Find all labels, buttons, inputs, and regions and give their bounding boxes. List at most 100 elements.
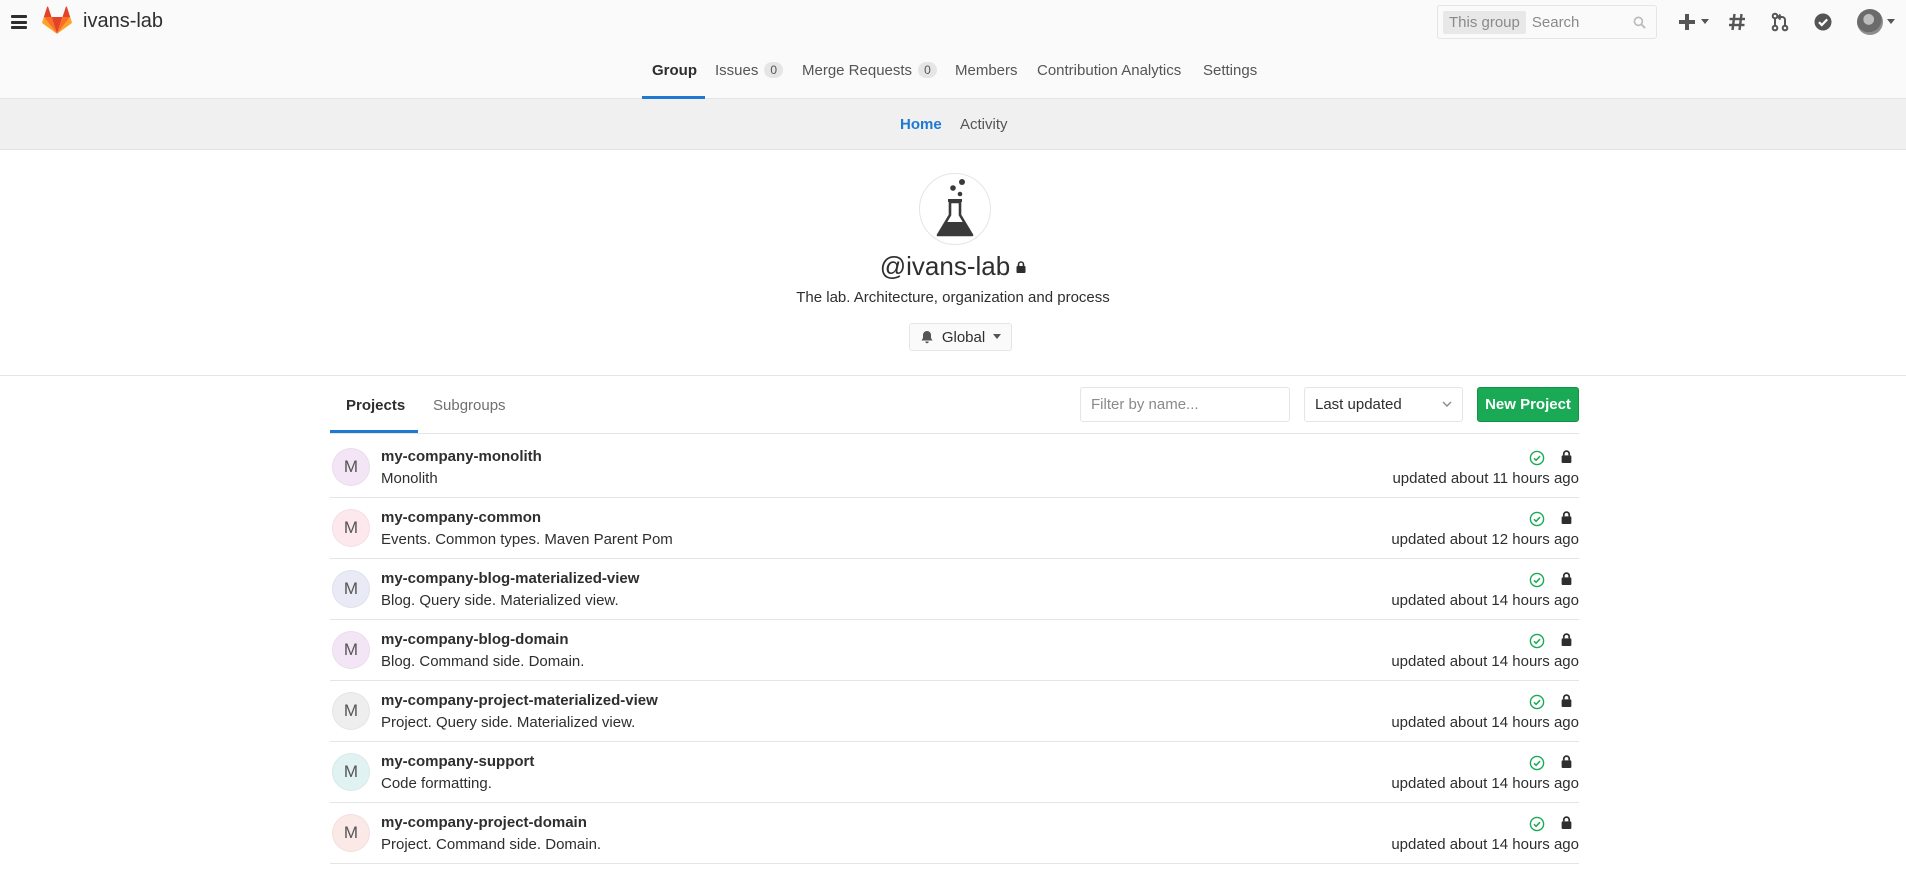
top-header: ivans-lab This group [0,0,1906,44]
project-description: Project. Command side. Domain. [381,836,602,853]
project-avatar: M [332,631,370,669]
pipeline-passed-icon[interactable] [1529,633,1545,649]
project-avatar: M [332,814,370,852]
filter-by-name-input[interactable] [1080,387,1290,422]
group-description: The lab. Architecture, organization and … [796,289,1110,306]
project-name[interactable]: my-company-project-domain [381,814,587,831]
pipeline-passed-icon[interactable] [1529,694,1545,710]
project-avatar-initial: M [343,640,359,659]
project-name[interactable]: my-company-support [381,753,534,770]
lock-icon [1561,816,1572,829]
project-name[interactable]: my-company-common [381,509,541,526]
project-row[interactable]: M my-company-support Code formatting. up… [330,742,1579,803]
project-description: Blog. Query side. Materialized view. [381,592,619,609]
tabs-divider [330,433,1579,434]
project-name[interactable]: my-company-project-materialized-view [381,692,658,709]
new-project-button[interactable]: New Project [1477,387,1579,422]
project-row[interactable]: M my-company-project-domain Project. Com… [330,803,1579,864]
project-updated-time: updated about 14 hours ago [1391,775,1579,792]
project-avatar: M [332,753,370,791]
project-description: Monolith [381,470,438,487]
project-name[interactable]: my-company-monolith [381,448,542,465]
tab-merge-requests[interactable]: Merge Requests 0 [802,62,937,79]
flask-icon [936,179,974,237]
merge-request-icon[interactable] [1770,12,1790,32]
sort-dropdown-value: Last updated [1315,396,1402,413]
lock-icon [1561,511,1572,524]
group-title-text: @ivans-lab [879,251,1011,281]
project-updated-time: updated about 14 hours ago [1391,592,1579,609]
page-title: @ivans-lab [0,251,1906,282]
project-avatar-initial: M [343,823,359,842]
todos-check-icon[interactable] [1813,12,1833,32]
search-icon [1633,16,1646,29]
lock-icon [1561,694,1572,707]
hamburger-menu-icon[interactable] [11,15,27,29]
project-row[interactable]: M my-company-blog-materialized-view Blog… [330,559,1579,620]
subtab-home[interactable]: Home [900,116,942,133]
project-updated-time: updated about 12 hours ago [1391,531,1579,548]
tab-subgroups[interactable]: Subgroups [433,397,506,414]
project-name[interactable]: my-company-blog-materialized-view [381,570,639,587]
project-description: Project. Query side. Materialized view. [381,714,636,731]
lock-icon [1561,633,1572,646]
pipeline-passed-icon[interactable] [1529,816,1545,832]
chevron-down-icon [1442,401,1452,407]
notification-dropdown[interactable]: Global [909,323,1012,351]
section-divider [0,375,1906,376]
chevron-down-icon[interactable] [1887,19,1895,25]
tab-projects[interactable]: Projects [346,397,405,414]
project-row[interactable]: M my-company-project-materialized-view P… [330,681,1579,742]
sub-nav: Home Activity [0,99,1906,150]
tab-settings[interactable]: Settings [1203,62,1257,79]
pipeline-passed-icon[interactable] [1529,572,1545,588]
lock-icon [1016,261,1026,273]
user-avatar[interactable] [1857,9,1883,35]
project-description: Blog. Command side. Domain. [381,653,585,670]
group-avatar [919,173,991,245]
project-updated-time: updated about 11 hours ago [1392,470,1579,487]
chevron-down-icon [993,334,1002,339]
project-name[interactable]: my-company-blog-domain [381,631,569,648]
lock-icon [1561,450,1572,463]
pipeline-passed-icon[interactable] [1529,511,1545,527]
lock-icon [1561,572,1572,585]
project-updated-time: updated about 14 hours ago [1391,653,1579,670]
subtab-activity[interactable]: Activity [960,116,1008,133]
hashtag-icon[interactable] [1727,12,1747,32]
group-nav: Group Issues 0 Merge Requests 0 Members Co… [0,44,1906,99]
pipeline-passed-icon[interactable] [1529,755,1545,771]
chevron-down-icon[interactable] [1701,19,1709,25]
plus-icon[interactable] [1677,12,1697,32]
issues-count-badge: 0 [764,62,784,78]
pipeline-passed-icon[interactable] [1529,450,1545,466]
project-updated-time: updated about 14 hours ago [1391,714,1579,731]
brand-name[interactable]: ivans-lab [83,10,163,33]
tab-merge-requests-label: Merge Requests [802,62,913,79]
sort-dropdown[interactable]: Last updated [1304,387,1463,422]
tab-group[interactable]: Group [652,62,697,79]
tab-issues-label: Issues [715,62,759,79]
project-updated-time: updated about 14 hours ago [1391,836,1579,853]
merge-requests-count-badge: 0 [918,62,937,78]
project-avatar-initial: M [343,579,359,598]
tab-members[interactable]: Members [955,62,1018,79]
notification-level: Global [941,328,986,346]
project-avatar-initial: M [343,701,359,720]
project-description: Events. Common types. Maven Parent Pom [381,531,673,548]
tab-issues[interactable]: Issues 0 [715,62,784,79]
project-row[interactable]: M my-company-common Events. Common types… [330,498,1579,559]
gitlab-logo-icon[interactable] [42,6,72,36]
project-description: Code formatting. [381,775,492,792]
tab-contribution-analytics[interactable]: Contribution Analytics [1037,62,1181,79]
project-avatar: M [332,570,370,608]
lock-icon [1561,755,1572,768]
search-box[interactable]: This group [1437,5,1657,39]
project-list: M my-company-monolith Monolith updated a… [330,437,1579,864]
project-row[interactable]: M my-company-monolith Monolith updated a… [330,437,1579,498]
project-avatar: M [332,448,370,486]
project-avatar-initial: M [343,762,359,781]
project-row[interactable]: M my-company-blog-domain Blog. Command s… [330,620,1579,681]
bell-icon [921,331,933,344]
project-avatar: M [332,509,370,547]
